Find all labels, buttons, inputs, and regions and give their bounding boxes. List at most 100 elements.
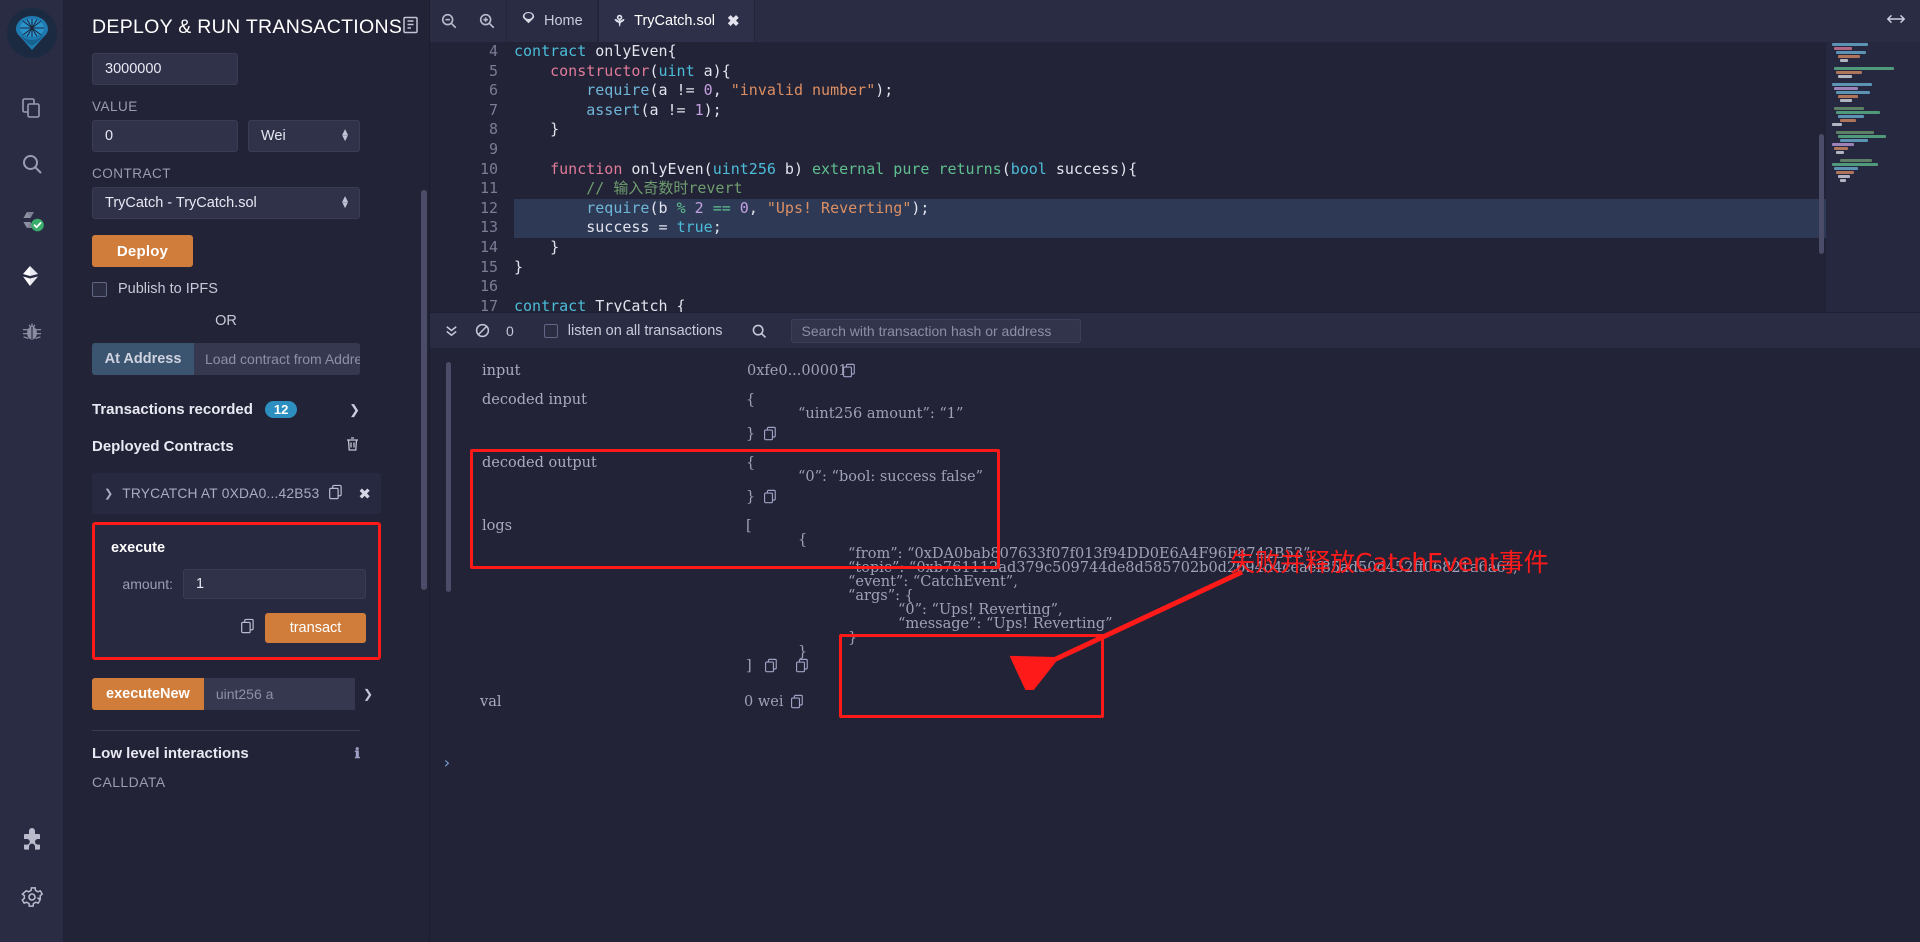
executenew-input[interactable]: uint256 a — [204, 678, 355, 710]
search-icon[interactable] — [751, 323, 767, 339]
solidity-compiler-icon[interactable] — [9, 197, 55, 243]
code-line[interactable]: } — [514, 120, 1920, 140]
code-line[interactable]: contract onlyEven{ — [514, 42, 1920, 62]
terminal-scrollbar[interactable] — [446, 362, 451, 592]
code-line[interactable]: } — [514, 258, 1920, 278]
search-icon[interactable] — [9, 141, 55, 187]
code-token — [514, 101, 586, 119]
remix-logo-icon[interactable] — [7, 8, 57, 63]
line-number: 17 — [430, 297, 498, 312]
settings-icon[interactable] — [9, 874, 55, 920]
executenew-function-row: executeNew uint256 a ❯ — [92, 678, 381, 710]
code-line[interactable]: success = true; — [514, 218, 1920, 238]
terminal-key-decoded-input: decoded input — [482, 392, 587, 408]
documentation-icon[interactable] — [402, 16, 419, 39]
debugger-icon[interactable] — [9, 309, 55, 355]
line-number: 16 — [430, 277, 498, 297]
listen-all-checkbox[interactable] — [544, 324, 558, 338]
copy-icon[interactable] — [763, 489, 777, 504]
terminal-prompt[interactable]: › — [442, 753, 452, 772]
clear-console-icon[interactable] — [475, 323, 490, 338]
tab-trycatch-sol[interactable]: ⚘ TryCatch.sol ✖ — [598, 0, 755, 42]
panel-scrollbar[interactable] — [421, 190, 427, 590]
code-line[interactable]: function onlyEven(uint256 b) external pu… — [514, 160, 1920, 180]
plugin-manager-icon[interactable] — [9, 818, 55, 864]
value-input[interactable]: 0 — [92, 120, 238, 152]
minimap-line — [1840, 59, 1848, 62]
decoded-input-brace-close: } — [746, 426, 755, 442]
code-token: 0 — [704, 81, 713, 99]
transact-button[interactable]: transact — [265, 613, 366, 643]
copy-calldata-icon[interactable] — [240, 618, 255, 639]
annotation-text: 失败并释放CatchEvent事件 — [1230, 543, 1549, 579]
code-editor[interactable]: 4567891011121314151617 contract onlyEven… — [430, 42, 1920, 312]
minimap-line — [1838, 55, 1860, 58]
editor-minimap[interactable] — [1826, 42, 1920, 312]
code-line[interactable] — [514, 140, 1920, 160]
close-instance-icon[interactable]: ✖ — [358, 485, 371, 503]
deploy-run-icon[interactable] — [9, 253, 55, 299]
copy-icon[interactable] — [790, 694, 804, 709]
code-token: b) — [776, 160, 812, 178]
listen-all-transactions-row[interactable]: listen on all transactions — [544, 323, 723, 339]
clear-instances-icon[interactable] — [345, 436, 360, 457]
code-line[interactable]: } — [514, 238, 1920, 258]
code-token — [514, 179, 586, 197]
code-line[interactable]: // 输入奇数时revert — [514, 179, 1920, 199]
copy-icon[interactable] — [763, 426, 777, 441]
contract-select-value: TryCatch - TryCatch.sol — [105, 195, 257, 211]
code-line[interactable] — [514, 277, 1920, 297]
terminal-search-input[interactable]: Search with transaction hash or address — [791, 319, 1081, 343]
minimap-line — [1836, 171, 1854, 174]
publish-ipfs-checkbox[interactable] — [92, 282, 107, 297]
decoded-input-body: “uint256 amount”: “1” — [798, 406, 963, 422]
minimap-line — [1840, 119, 1856, 122]
close-icon[interactable]: ✖ — [727, 12, 740, 30]
code-token: constructor — [550, 62, 649, 80]
at-address-input[interactable]: Load contract from Addre — [194, 343, 360, 375]
or-separator-label: OR — [92, 313, 360, 329]
copy-icon[interactable] — [764, 658, 778, 673]
code-line[interactable]: contract TryCatch { — [514, 297, 1920, 312]
code-content[interactable]: contract onlyEven{ constructor(uint a){ … — [514, 42, 1920, 312]
zoom-in-icon[interactable] — [468, 0, 506, 42]
line-number: 8 — [430, 120, 498, 140]
tab-home[interactable]: Home — [506, 0, 598, 42]
chevron-down-icon[interactable]: ❯ — [349, 402, 360, 418]
code-token: (a != — [640, 101, 694, 119]
code-token: assert — [586, 101, 640, 119]
transactions-recorded-row[interactable]: Transactions recorded 12 ❯ — [92, 401, 360, 418]
code-line[interactable]: assert(a != 1); — [514, 101, 1920, 121]
code-token: onlyEven{ — [595, 42, 676, 60]
expand-panel-icon[interactable] — [1886, 12, 1906, 31]
zoom-out-icon[interactable] — [430, 0, 468, 42]
value-unit-label: Wei — [261, 128, 286, 144]
copy-icon[interactable] — [795, 658, 809, 673]
info-icon[interactable]: ℹ — [355, 745, 360, 762]
code-token: ); — [704, 101, 722, 119]
copy-address-icon[interactable] — [328, 484, 343, 503]
editor-scrollbar[interactable] — [1819, 134, 1824, 254]
code-line[interactable]: constructor(uint a){ — [514, 62, 1920, 82]
tab-trycatch-label: TryCatch.sol — [634, 13, 715, 29]
code-line[interactable]: require(b % 2 == 0, "Ups! Reverting"); — [514, 199, 1920, 219]
chevrons-down-icon[interactable] — [444, 323, 459, 338]
code-line[interactable]: require(a != 0, "invalid number"); — [514, 81, 1920, 101]
copy-icon[interactable] — [842, 363, 856, 378]
deployed-instance-header[interactable]: ❯ TRYCATCH AT 0XDA0...42B53 (ME ✖ — [92, 473, 381, 514]
at-address-button[interactable]: At Address — [92, 343, 194, 375]
minimap-line — [1832, 163, 1878, 166]
contract-select[interactable]: TryCatch - TryCatch.sol ▲▼ — [92, 187, 360, 219]
chevron-down-icon[interactable]: ❯ — [104, 487, 113, 500]
executenew-button[interactable]: executeNew — [92, 678, 204, 710]
minimap-line — [1836, 71, 1862, 74]
gas-limit-input[interactable]: 3000000 — [92, 53, 238, 85]
terminal-output[interactable]: input 0xfe0...00001 decoded input { “uin… — [430, 348, 1920, 942]
file-explorer-icon[interactable] — [9, 85, 55, 131]
deploy-button[interactable]: Deploy — [92, 235, 193, 267]
publish-ipfs-row[interactable]: Publish to IPFS — [92, 281, 407, 297]
value-unit-select[interactable]: Wei ▲▼ — [248, 120, 360, 152]
function-arg-input[interactable]: 1 — [183, 569, 366, 599]
chevron-down-icon[interactable]: ❯ — [355, 678, 381, 710]
terminal-key-decoded-output: decoded output — [482, 455, 597, 471]
